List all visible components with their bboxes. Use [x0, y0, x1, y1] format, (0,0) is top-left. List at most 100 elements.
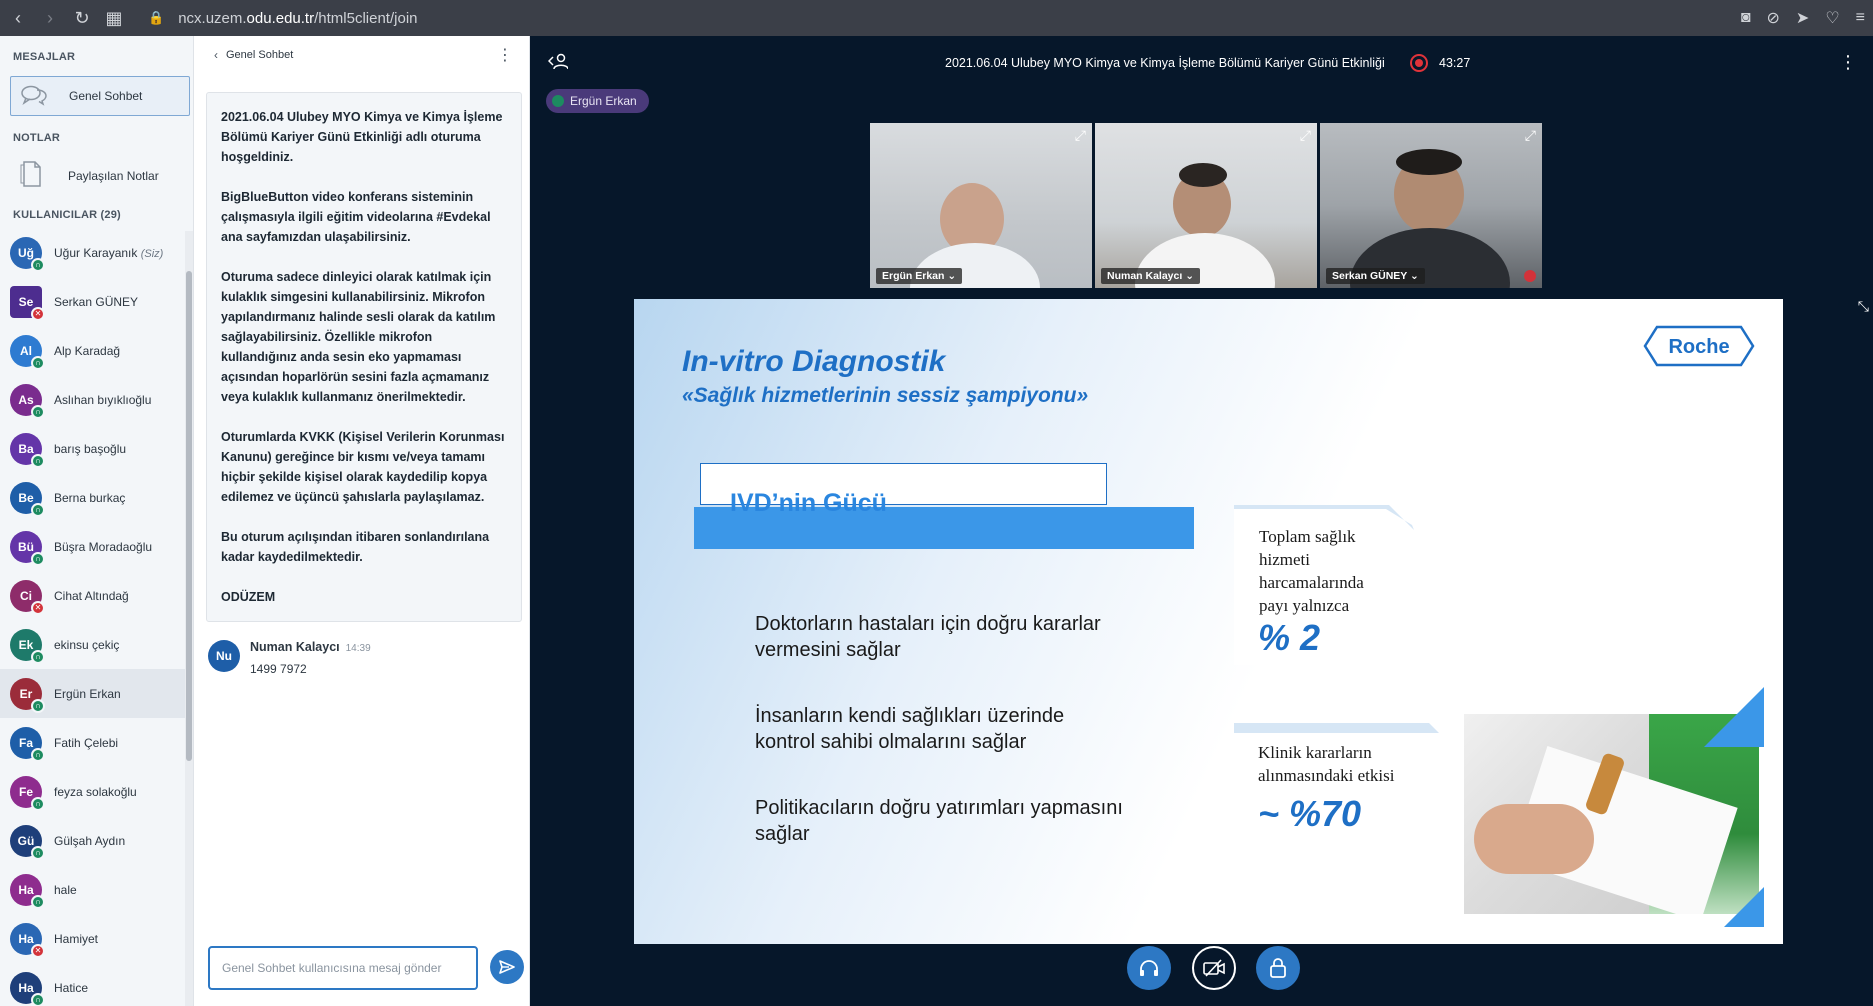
welcome-paragraph: Bu oturum açılışından itibaren sonlandır…: [221, 530, 490, 564]
stat-value: % 2: [1258, 617, 1321, 658]
lock-button[interactable]: [1256, 946, 1300, 990]
document-icon: [20, 161, 46, 191]
menu-icon[interactable]: ≡: [1856, 9, 1865, 27]
send-message-button[interactable]: [490, 950, 524, 984]
user-name: Uğur Karayanık (Siz): [54, 246, 163, 260]
expand-icon[interactable]: ⤢: [1075, 127, 1086, 144]
listen-only-icon: ∩: [31, 551, 45, 566]
slide-decor: [1704, 687, 1764, 927]
send-icon[interactable]: ➤: [1796, 8, 1809, 28]
avatar: Ha ∩: [10, 873, 45, 909]
bullet-line: İnsanların kendi sağlıkları üzerinde: [755, 705, 1065, 727]
user-list-item[interactable]: Bü ∩ Büşra Moradaoğlu: [0, 522, 186, 571]
video-name: Numan Kalaycı: [1107, 270, 1183, 282]
user-list-item[interactable]: Uğ ∩ Uğur Karayanık (Siz): [0, 228, 186, 277]
users-section-title: KULLANICILAR (29): [13, 209, 121, 221]
tabs-grid-icon[interactable]: ▦: [100, 4, 128, 32]
public-chat-label: Genel Sohbet: [69, 89, 143, 103]
paper-plane-icon: [499, 960, 515, 974]
slide-bullet: Doktorların hastaları için doğru kararla…: [755, 611, 1101, 663]
slide-subtitle: «Sağlık hizmetlerinin sessiz şampiyonu»: [682, 384, 1089, 407]
camera-icon[interactable]: ◙: [1741, 9, 1751, 27]
action-bar: [530, 942, 1873, 1006]
recording-indicator-icon[interactable]: [1410, 54, 1428, 72]
user-list-item[interactable]: Gü ∩ Gülşah Aydın: [0, 816, 186, 865]
chat-header-title[interactable]: Genel Sohbet: [226, 49, 293, 61]
recording-time: 43:27: [1439, 56, 1471, 70]
avatar: Ha ✕: [10, 922, 45, 958]
chat-message-input[interactable]: Genel Sohbet kullanıcısına mesaj gönder: [208, 946, 478, 990]
chat-message: Nu Numan Kalaycı 14:39 1499 7972: [208, 640, 508, 676]
fullscreen-icon[interactable]: ⤡: [1858, 298, 1869, 315]
user-list-item[interactable]: Al ∩ Alp Karadağ: [0, 326, 186, 375]
mic-muted-icon: ✕: [31, 943, 45, 958]
user-list-item[interactable]: Ci ✕ Cihat Altındağ: [0, 571, 186, 620]
avatar: Be ∩: [10, 481, 45, 517]
chat-bubbles-icon: [21, 84, 51, 108]
user-list-item[interactable]: Ba ∩ barış başoğlu: [0, 424, 186, 473]
lock-icon: 🔒: [148, 10, 165, 25]
listen-only-icon: ∩: [31, 698, 45, 713]
expand-icon[interactable]: ⤢: [1300, 127, 1311, 144]
user-name-text: Serkan GÜNEY: [54, 294, 139, 309]
video-name-tag[interactable]: Ergün Erkan ⌄: [876, 268, 963, 284]
avatar: Fa ∩: [10, 726, 45, 762]
block-icon[interactable]: ⊘: [1767, 8, 1780, 28]
notes-section-title: NOTLAR: [13, 132, 61, 144]
address-bar[interactable]: 🔒 ncx.uzem. odu.edu.tr/html5client/join: [148, 10, 418, 27]
user-name-text: Gülşah Aydın: [54, 833, 126, 848]
user-list-item[interactable]: Ha ∩ Hatice: [0, 963, 186, 1006]
svg-text:Roche: Roche: [1668, 336, 1729, 358]
heart-icon[interactable]: ♡: [1825, 8, 1839, 28]
user-list-item[interactable]: As ∩ Aslıhan bıyıklıoğlu: [0, 375, 186, 424]
video-tile[interactable]: ⤢ Numan Kalaycı ⌄: [1095, 123, 1317, 288]
user-list-item[interactable]: Fe ∩ feyza solakoğlu: [0, 767, 186, 816]
user-list-item[interactable]: Fa ∩ Fatih Çelebi: [0, 718, 186, 767]
camera-off-icon: [1203, 959, 1225, 977]
avatar: Gü ∩: [10, 824, 45, 860]
shared-notes-link[interactable]: Paylaşılan Notlar: [10, 156, 190, 196]
users-scrollbar-thumb[interactable]: [186, 271, 192, 761]
user-list-item[interactable]: Be ∩ Berna burkaç: [0, 473, 186, 522]
avatar: As ∩: [10, 383, 45, 419]
browser-toolbar: ‹ › ↻ ▦ 🔒 ncx.uzem. odu.edu.tr/html5clien…: [0, 0, 1873, 36]
user-name-text: Berna burkaç: [54, 490, 126, 505]
bullet-line: Politikacıların doğru yatırımları yapmas…: [755, 797, 1123, 819]
talking-dot-icon: [552, 95, 564, 107]
user-list-item[interactable]: Ek ∩ ekinsu çekiç: [0, 620, 186, 669]
welcome-signature: ODÜZEM: [221, 590, 276, 604]
options-menu-icon[interactable]: ⋮: [1839, 52, 1857, 73]
video-toggle-button[interactable]: [1192, 946, 1236, 990]
reload-icon[interactable]: ↻: [68, 4, 96, 32]
chevron-left-icon[interactable]: ‹: [214, 48, 218, 62]
video-name: Ergün Erkan: [882, 270, 945, 282]
user-list-panel: MESAJLAR Genel Sohbet NOTLAR Paylaşılan …: [0, 36, 194, 1006]
mic-muted-icon: [1524, 270, 1536, 282]
talking-indicator[interactable]: Ergün Erkan: [546, 89, 649, 113]
user-list-item[interactable]: Er ∩ Ergün Erkan: [0, 669, 186, 718]
video-tile[interactable]: ⤢ Ergün Erkan ⌄: [870, 123, 1092, 288]
users-list: Uğ ∩ Uğur Karayanık (Siz) Se ✕ Serkan GÜNEY Al…: [0, 228, 186, 1006]
back-icon[interactable]: ‹: [4, 4, 32, 32]
user-list-item[interactable]: Se ✕ Serkan GÜNEY: [0, 277, 186, 326]
user-list-item[interactable]: Ha ✕ Hamiyet: [0, 914, 186, 963]
chat-panel: ‹ Genel Sohbet ⋮ 2021.06.04 Ulubey MYO K…: [194, 36, 530, 1006]
more-options-icon[interactable]: ⋮: [497, 45, 513, 65]
public-chat-link[interactable]: Genel Sohbet: [10, 76, 190, 116]
video-name-tag[interactable]: Numan Kalaycı ⌄: [1101, 268, 1200, 284]
forward-icon[interactable]: ›: [36, 4, 64, 32]
headphones-button[interactable]: [1127, 946, 1171, 990]
user-name-text: Hamiyet: [54, 931, 99, 946]
section-title: IVD’nin Gücü: [730, 489, 887, 517]
user-name: Serkan GÜNEY: [54, 295, 138, 309]
bullet-line: vermesini sağlar: [755, 639, 901, 661]
video-name-tag[interactable]: Serkan GÜNEY ⌄: [1326, 268, 1425, 284]
avatar: Fe ∩: [10, 775, 45, 811]
expand-icon[interactable]: ⤢: [1525, 127, 1536, 144]
participant-hair: [1396, 149, 1462, 175]
toggle-userlist-icon[interactable]: [547, 52, 569, 75]
user-list-item[interactable]: Ha ∩ hale: [0, 865, 186, 914]
roche-logo: Roche: [1643, 325, 1755, 367]
user-name: Aslıhan bıyıklıoğlu: [54, 393, 151, 407]
video-tile[interactable]: ⤢ Serkan GÜNEY ⌄: [1320, 123, 1542, 288]
